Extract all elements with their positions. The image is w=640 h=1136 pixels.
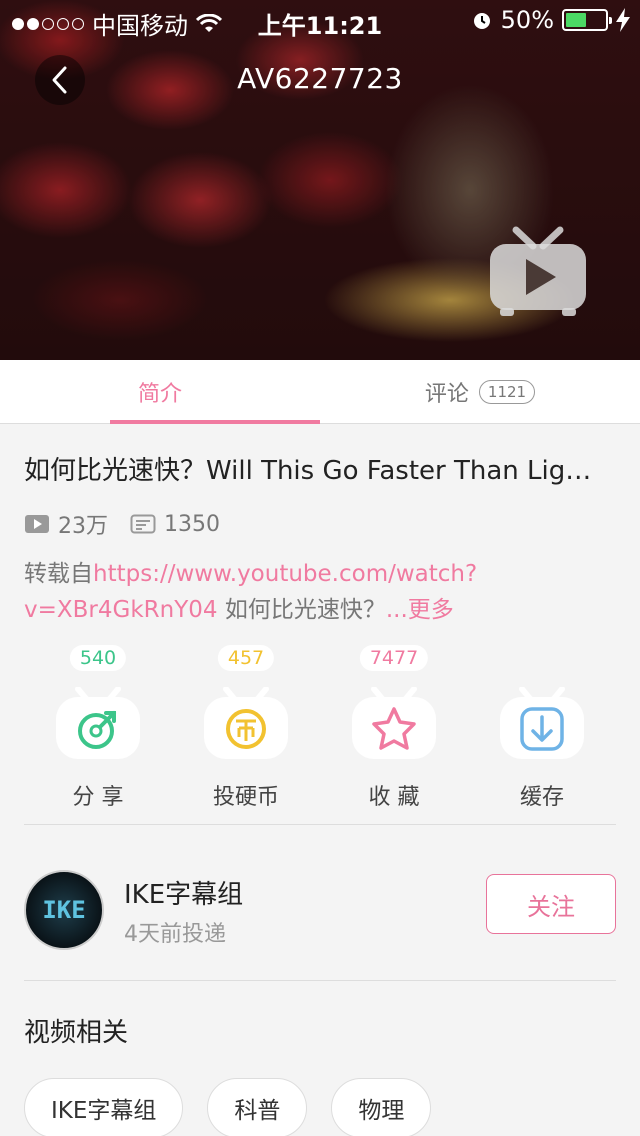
download-label: 缓存 — [519, 785, 564, 810]
avatar-logo: IKE — [42, 896, 86, 924]
share-icon — [56, 687, 140, 759]
share-label: 分 享 — [72, 785, 124, 810]
coin-count: 457 — [217, 645, 275, 671]
battery-level — [566, 13, 586, 27]
play-button[interactable] — [488, 226, 588, 316]
danmaku-count-value: 1350 — [164, 511, 220, 537]
charging-bolt-icon — [616, 8, 630, 32]
tab-active-indicator — [110, 420, 320, 424]
coin-label: 投硬币 — [212, 785, 279, 810]
related-section-title: 视频相关 — [24, 1018, 129, 1048]
divider — [24, 980, 616, 981]
danmaku-icon — [130, 514, 156, 534]
tag-chip[interactable]: IKE字幕组 — [24, 1078, 184, 1136]
page-title: AV6227723 — [237, 62, 403, 95]
avatar[interactable]: IKE — [24, 870, 104, 950]
tag-chip[interactable]: 科普 — [207, 1078, 308, 1136]
tag-list: IKE字幕组 科普 物理 — [24, 1078, 432, 1136]
tab-bar: 简介 评论 1121 — [0, 360, 640, 424]
video-description: 转载自https://www.youtube.com/watch?v=XBr4G… — [24, 556, 620, 628]
video-title: 如何比光速快？Will This Go Faster Than Lig… — [24, 456, 592, 486]
divider — [24, 824, 616, 825]
desc-suffix: 如何比光速快？ — [217, 597, 386, 623]
action-row: 540 分 享 457 投硬币 7477 收 藏 缓存 — [0, 645, 640, 815]
star-icon — [352, 687, 436, 759]
favorite-count: 7477 — [359, 645, 429, 671]
share-count: 540 — [69, 645, 127, 671]
tag-chip[interactable]: 物理 — [331, 1078, 432, 1136]
battery-icon — [562, 9, 612, 31]
author-card: IKE IKE字幕组 4天前投递 关注 — [24, 870, 616, 950]
tab-comments[interactable]: 评论 1121 — [320, 360, 640, 424]
play-count-icon — [25, 515, 49, 533]
alarm-icon — [473, 13, 490, 29]
author-name[interactable]: IKE字幕组 — [124, 874, 243, 911]
status-right: 50% — [471, 6, 630, 34]
view-count-value: 23万 — [58, 514, 108, 539]
tab-comments-label: 评论 — [424, 382, 469, 407]
status-bar: 中国移动 上午11:21 50% — [0, 0, 640, 40]
more-link[interactable]: ...更多 — [386, 597, 454, 623]
coin-icon — [204, 687, 288, 759]
download-icon — [500, 687, 584, 759]
video-stats: 23万 1350 — [24, 508, 242, 540]
battery-percent: 50% — [500, 6, 554, 34]
tab-intro-label: 简介 — [137, 382, 182, 407]
danmaku-count: 1350 — [130, 512, 220, 537]
post-time: 4天前投递 — [124, 922, 226, 947]
follow-button[interactable]: 关注 — [486, 874, 616, 934]
tv-play-icon — [490, 226, 586, 316]
view-count: 23万 — [24, 508, 108, 540]
comment-count-badge: 1121 — [478, 380, 536, 404]
tab-intro[interactable]: 简介 — [0, 360, 320, 424]
favorite-label: 收 藏 — [368, 785, 420, 810]
desc-prefix: 转载自 — [24, 561, 93, 587]
